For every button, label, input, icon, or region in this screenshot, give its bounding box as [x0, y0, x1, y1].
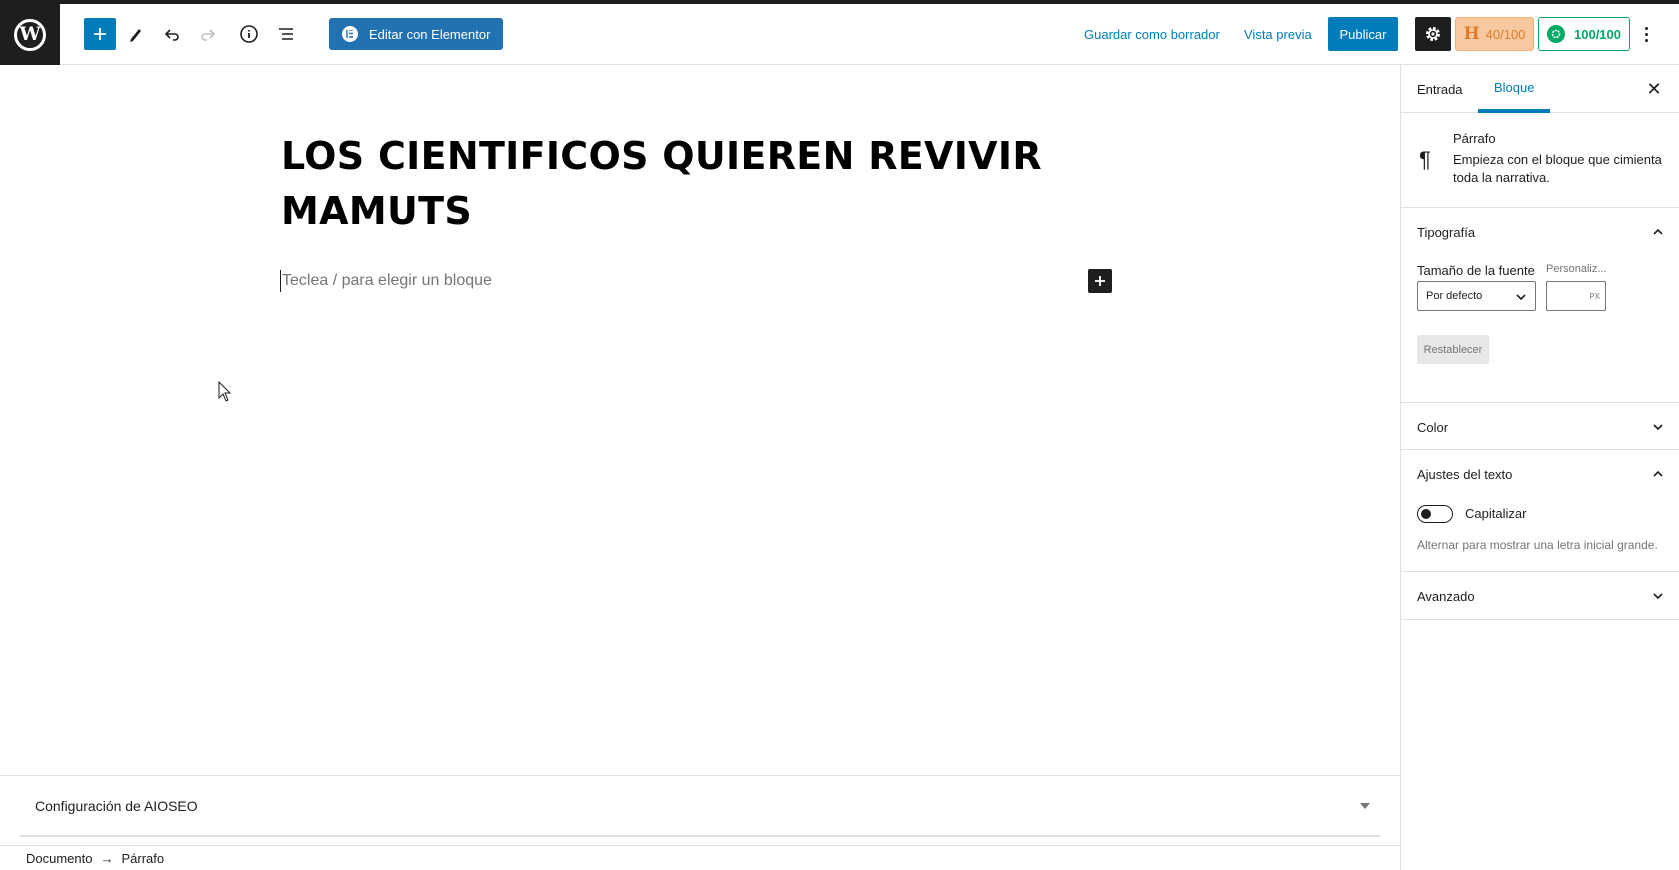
- breadcrumb-document[interactable]: Documento: [26, 851, 92, 866]
- settings-sidebar: Entrada Bloque ✕ ¶ Párrafo Empieza con e…: [1400, 65, 1679, 870]
- advanced-panel: Avanzado: [1401, 572, 1679, 620]
- advanced-title: Avanzado: [1417, 588, 1475, 604]
- drop-cap-label: Capitalizar: [1465, 506, 1527, 521]
- headline-analyzer-icon: H: [1463, 24, 1480, 44]
- undo-button[interactable]: [156, 18, 188, 50]
- wordpress-logo-button[interactable]: W: [0, 4, 60, 65]
- color-panel: Color: [1401, 403, 1679, 450]
- chevron-down-icon: [1653, 593, 1663, 600]
- tools-button[interactable]: [120, 18, 152, 50]
- color-panel-toggle[interactable]: Color: [1417, 403, 1664, 451]
- close-sidebar-icon[interactable]: ✕: [1642, 77, 1666, 101]
- font-size-select[interactable]: Por defecto: [1417, 281, 1536, 311]
- block-name: Párrafo: [1453, 131, 1496, 146]
- list-view-icon: [279, 28, 293, 40]
- sidebar-tabs: Entrada Bloque ✕: [1401, 65, 1679, 113]
- pencil-icon: [130, 29, 141, 42]
- headline-score-button[interactable]: H 40/100: [1455, 17, 1534, 51]
- elementor-label: Editar con Elementor: [369, 26, 491, 42]
- save-draft-button[interactable]: Guardar como borrador: [1084, 18, 1220, 50]
- tab-entrada[interactable]: Entrada: [1401, 65, 1479, 113]
- paragraph-block[interactable]: Teclea / para elegir un bloque: [280, 270, 492, 292]
- custom-size-label: Personaliz...: [1546, 263, 1607, 275]
- caret-down-icon: [1360, 803, 1370, 809]
- chevron-up-icon: [1653, 470, 1663, 477]
- seo-score: 100/100: [1574, 26, 1621, 42]
- block-breadcrumb: Documento → Párrafo: [0, 845, 1400, 870]
- text-settings-title: Ajustes del texto: [1417, 466, 1513, 482]
- preview-button[interactable]: Vista previa: [1244, 18, 1312, 50]
- aioseo-label: Configuración de AIOSEO: [35, 797, 198, 814]
- edit-with-elementor-button[interactable]: Editar con Elementor: [329, 18, 504, 50]
- unit-label: PX: [1589, 291, 1600, 301]
- plus-icon: [94, 28, 106, 40]
- redo-icon: [201, 29, 216, 41]
- elementor-icon: [342, 26, 358, 42]
- typography-panel: Tipografía Tamaño de la fuente Personali…: [1401, 208, 1679, 403]
- drop-cap-help: Alternar para mostrar una letra inicial …: [1417, 538, 1658, 552]
- font-size-select-value: Por defecto: [1426, 290, 1483, 302]
- breadcrumb-paragraph[interactable]: Párrafo: [121, 851, 164, 866]
- editor-canvas: LOS CIENTIFICOS QUIEREN REVIVIR MAMUTS T…: [0, 65, 1400, 775]
- custom-font-size-input[interactable]: PX: [1546, 281, 1606, 311]
- block-card: ¶ Párrafo Empieza con el bloque que cimi…: [1401, 113, 1679, 208]
- typography-panel-toggle[interactable]: Tipografía: [1417, 208, 1664, 256]
- chevron-down-icon: [1516, 294, 1526, 301]
- more-vertical-icon: [1644, 26, 1648, 30]
- aioseo-metabox: Configuración de AIOSEO: [0, 775, 1400, 845]
- text-settings-panel-toggle[interactable]: Ajustes del texto: [1417, 450, 1664, 498]
- details-button[interactable]: [233, 18, 265, 50]
- breadcrumb-separator: →: [100, 850, 114, 866]
- typography-title: Tipografía: [1417, 224, 1476, 240]
- plus-icon: [1095, 276, 1105, 286]
- undo-icon: [164, 29, 179, 41]
- add-block-button[interactable]: [1088, 269, 1112, 293]
- gear-icon: [1426, 27, 1440, 41]
- info-icon: [240, 25, 258, 43]
- chevron-down-icon: [1653, 424, 1663, 431]
- advanced-panel-toggle[interactable]: Avanzado: [1417, 572, 1664, 620]
- more-options-button[interactable]: [1634, 18, 1658, 50]
- chevron-up-icon: [1653, 228, 1663, 235]
- aioseo-logo-icon: [1547, 25, 1565, 43]
- redo-button[interactable]: [192, 18, 224, 50]
- text-settings-panel: Ajustes del texto Capitalizar Alternar p…: [1401, 450, 1679, 572]
- mouse-cursor-icon: [218, 381, 232, 402]
- seo-score-button[interactable]: 100/100: [1538, 17, 1630, 51]
- paragraph-icon: ¶: [1419, 147, 1431, 172]
- toggle-knob: [1421, 509, 1431, 519]
- font-size-label: Tamaño de la fuente: [1417, 263, 1535, 278]
- editor-header: W Editar con Elementor Guardar como borr…: [0, 4, 1679, 65]
- block-inserter-button[interactable]: [84, 18, 116, 50]
- wordpress-logo-icon: W: [14, 18, 46, 51]
- block-description: Empieza con el bloque que cimienta toda …: [1453, 152, 1662, 185]
- aioseo-settings-toggle[interactable]: Configuración de AIOSEO: [20, 776, 1380, 837]
- tab-bloque[interactable]: Bloque: [1478, 65, 1551, 113]
- headline-score: 40/100: [1485, 26, 1526, 42]
- list-view-button[interactable]: [270, 18, 302, 50]
- reset-button[interactable]: Restablecer: [1417, 335, 1489, 364]
- drop-cap-toggle[interactable]: [1417, 505, 1453, 523]
- publish-button[interactable]: Publicar: [1328, 17, 1398, 51]
- post-title[interactable]: LOS CIENTIFICOS QUIEREN REVIVIR MAMUTS: [281, 129, 1101, 239]
- color-title: Color: [1417, 419, 1449, 435]
- settings-button[interactable]: [1415, 17, 1451, 51]
